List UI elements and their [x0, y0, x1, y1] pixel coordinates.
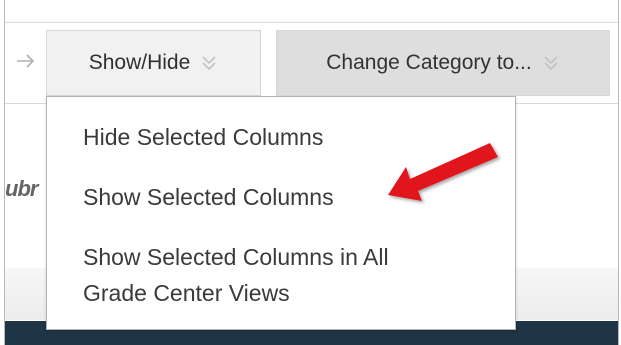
menu-item-label-line-1: Show Selected Columns in All: [83, 244, 389, 270]
show-hide-label: Show/Hide: [88, 51, 191, 74]
divider: [5, 22, 618, 23]
show-hide-button[interactable]: Show/Hide: [46, 30, 261, 96]
menu-item-label-line-2: Grade Center Views: [83, 280, 290, 306]
menu-item-show-selected-columns-all-views[interactable]: Show Selected Columns in All Grade Cente…: [83, 239, 495, 311]
show-hide-dropdown-menu: Hide Selected Columns Show Selected Colu…: [46, 96, 516, 330]
red-pointer-arrow-icon: [388, 143, 498, 201]
change-category-button[interactable]: Change Category to...: [276, 30, 610, 96]
clipped-column-header: ubr: [5, 176, 38, 201]
double-chevron-down-icon: [542, 54, 560, 72]
double-chevron-down-icon: [200, 54, 218, 72]
gradebook-frame: Show/Hide Change Category to... ubr Hide…: [4, 0, 619, 345]
change-category-label: Change Category to...: [326, 51, 532, 74]
arrow-right-icon[interactable]: [15, 50, 37, 72]
